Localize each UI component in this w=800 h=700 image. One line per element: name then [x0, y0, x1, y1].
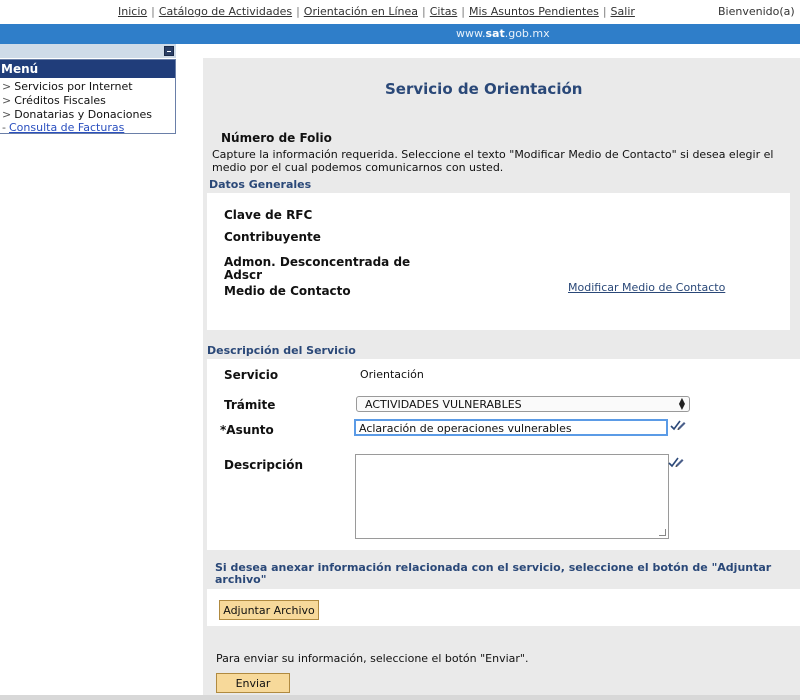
menu-item-consulta-facturas[interactable]: - Consulta de Facturas	[2, 121, 124, 134]
chevron-right-icon: >	[2, 108, 12, 121]
nav-link-orientacion[interactable]: Orientación en Línea	[304, 5, 418, 18]
section-title-datos-generales: Datos Generales	[209, 178, 312, 191]
modificar-medio-contacto-link[interactable]: Modificar Medio de Contacto	[568, 281, 725, 294]
nav-link-inicio[interactable]: Inicio	[118, 5, 147, 18]
servicio-value: Orientación	[360, 368, 424, 381]
spellcheck-icon[interactable]	[668, 455, 684, 469]
menu-item-creditos[interactable]: > Créditos Fiscales	[2, 94, 106, 107]
attach-instructions: Si desea anexar información relacionada …	[215, 561, 772, 586]
send-instructions: Para enviar su información, seleccione e…	[216, 652, 529, 665]
adjuntar-archivo-button[interactable]: Adjuntar Archivo	[219, 600, 319, 620]
site-url-prefix: www.	[456, 27, 486, 40]
asunto-input[interactable]: Aclaración de operaciones vulnerables	[354, 419, 668, 436]
instructions-text: Capture la información requerida. Selecc…	[212, 148, 774, 174]
contribuyente-label: Contribuyente	[224, 230, 321, 244]
nav-separator: |	[602, 5, 607, 18]
select-arrows-icon: ▲ ▼	[678, 396, 685, 411]
top-nav-links: Inicio | Catálogo de Actividades | Orientaci…	[118, 5, 635, 18]
medio-contacto-label: Medio de Contacto	[224, 284, 351, 298]
tramite-label: Trámite	[224, 398, 276, 412]
descripcion-textarea[interactable]	[355, 454, 669, 539]
bottom-strip	[0, 695, 800, 700]
nav-link-catalogo[interactable]: Catálogo de Actividades	[159, 5, 292, 18]
servicio-label: Servicio	[224, 368, 279, 382]
chevron-right-icon: >	[2, 94, 12, 107]
nav-separator: |	[422, 5, 426, 18]
top-nav: Inicio | Catálogo de Actividades | Orientaci…	[0, 0, 800, 24]
admon-label: Admon. Desconcentrada de	[224, 255, 411, 269]
site-header-bar: www.sat.gob.mx	[0, 24, 800, 44]
admon-label-continued: Adscr	[224, 268, 263, 282]
nav-link-salir[interactable]: Salir	[611, 5, 635, 18]
nav-separator: |	[151, 5, 155, 18]
site-url-brand: sat	[485, 27, 505, 40]
menu-title: Menú	[0, 60, 175, 78]
welcome-text: Bienvenido(a)	[718, 5, 795, 18]
nav-separator: |	[296, 5, 300, 18]
side-menu: Menú > Servicios por Internet > Créditos F…	[0, 59, 176, 134]
descripcion-label: Descripción	[224, 458, 303, 472]
rfc-label: Clave de RFC	[224, 208, 313, 222]
section-title-descripcion-servicio: Descripción del Servicio	[207, 344, 356, 357]
menu-item-donatarias[interactable]: > Donatarias y Donaciones	[2, 108, 152, 121]
tramite-selected-value: ACTIVIDADES VULNERABLES	[365, 398, 522, 411]
dash-icon: -	[2, 121, 6, 134]
tramite-select[interactable]: ACTIVIDADES VULNERABLES ▲ ▼	[356, 396, 690, 412]
menu-item-servicios[interactable]: > Servicios por Internet	[2, 80, 133, 93]
site-url: www.sat.gob.mx	[456, 27, 550, 40]
resize-grip-icon[interactable]	[659, 529, 666, 536]
menu-header-strip	[0, 44, 176, 58]
page-title: Servicio de Orientación	[385, 80, 583, 98]
menu-item-label: Consulta de Facturas	[8, 121, 125, 134]
nav-link-asuntos[interactable]: Mis Asuntos Pendientes	[469, 5, 599, 18]
menu-item-label: Créditos Fiscales	[14, 94, 106, 107]
nav-separator: |	[461, 5, 465, 18]
collapse-menu-icon[interactable]	[164, 46, 174, 56]
chevron-right-icon: >	[2, 80, 12, 93]
menu-item-label: Servicios por Internet	[14, 80, 133, 93]
folio-label: Número de Folio	[221, 131, 332, 145]
enviar-button[interactable]: Enviar	[216, 673, 290, 693]
site-url-suffix: .gob.mx	[504, 27, 550, 40]
spellcheck-icon[interactable]	[670, 418, 686, 432]
asunto-label: *Asunto	[220, 423, 274, 437]
nav-link-citas[interactable]: Citas	[430, 5, 458, 18]
menu-item-label: Donatarias y Donaciones	[14, 108, 152, 121]
